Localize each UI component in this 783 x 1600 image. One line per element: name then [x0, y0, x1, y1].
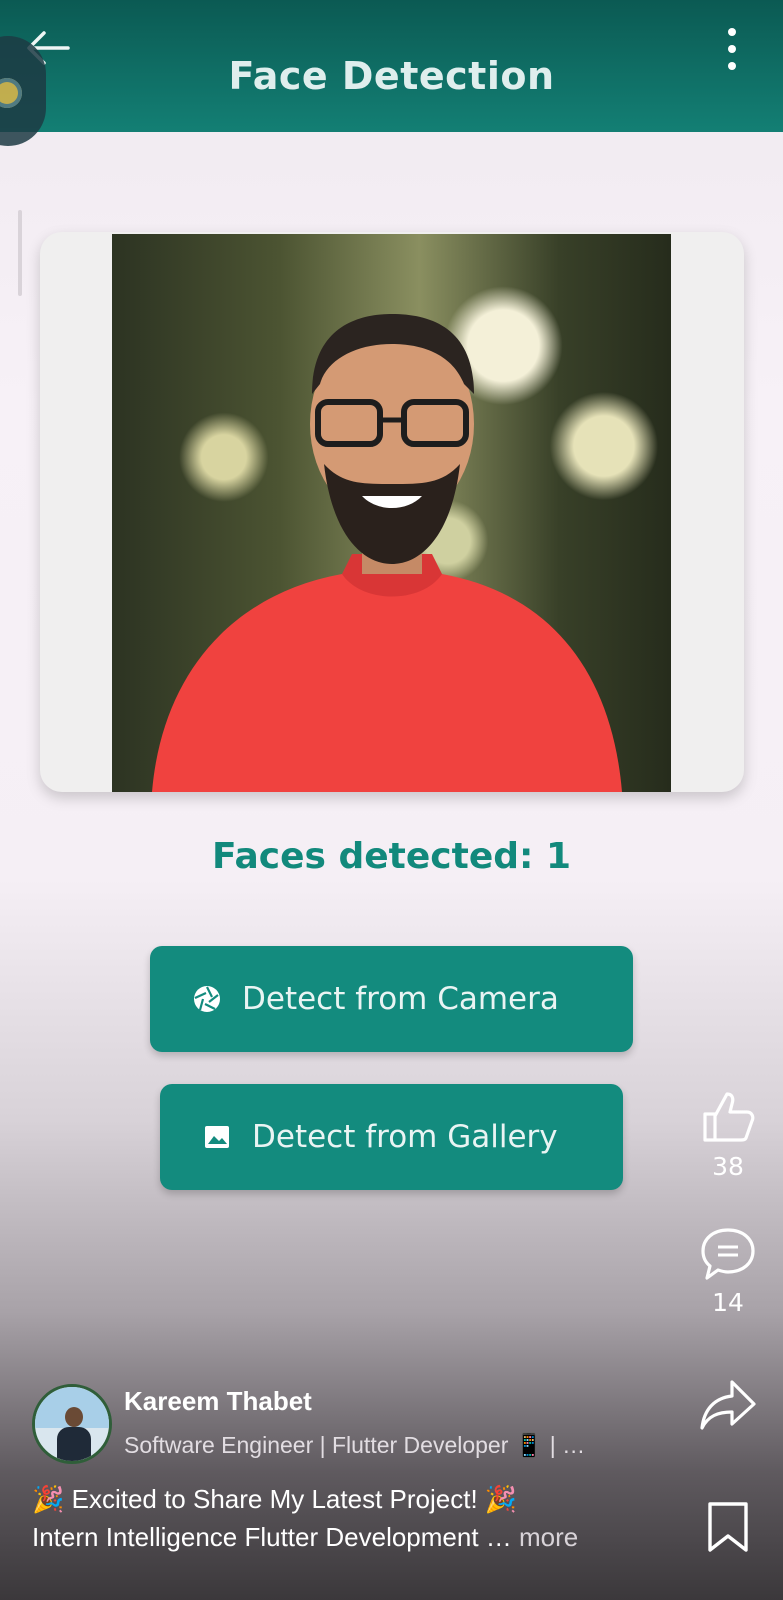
camera-button-label: Detect from Camera: [242, 981, 559, 1017]
scrollbar: [18, 210, 22, 296]
camera-shutter-icon: [194, 986, 220, 1012]
share-arrow-icon: [700, 1380, 756, 1430]
post-text-line-2-content: Intern Intelligence Flutter Development …: [32, 1522, 512, 1552]
more-menu-button[interactable]: [720, 26, 744, 72]
comment-button[interactable]: 14: [692, 1226, 764, 1317]
faces-detected-label: Faces detected: 1: [211, 836, 571, 877]
like-count: 38: [712, 1152, 744, 1181]
floating-bubble[interactable]: [0, 36, 46, 146]
author-headline: Software Engineer | Flutter Developer 📱 …: [124, 1432, 586, 1458]
person-illustration: [152, 314, 622, 792]
page-title: Face Detection: [228, 54, 555, 98]
image-card: [40, 232, 744, 792]
more-vertical-icon: [728, 28, 736, 70]
author-name[interactable]: Kareem Thabet: [124, 1386, 312, 1417]
post-text-line-2: Intern Intelligence Flutter Development …: [32, 1522, 578, 1553]
share-button[interactable]: [692, 1378, 764, 1438]
comment-bubble-icon: [701, 1228, 755, 1280]
portrait-photo: [112, 234, 671, 792]
gallery-button-label: Detect from Gallery: [252, 1119, 558, 1155]
post-text-line-1: 🎉 Excited to Share My Latest Project! 🎉: [32, 1484, 518, 1514]
comment-count: 14: [712, 1288, 744, 1317]
bookmark-icon: [708, 1502, 748, 1552]
like-button[interactable]: 38: [692, 1088, 764, 1181]
app-bar: Face Detection: [0, 0, 783, 132]
avatar[interactable]: [32, 1384, 112, 1464]
coin-icon: [0, 78, 22, 108]
save-button[interactable]: [692, 1500, 764, 1558]
image-icon: [205, 1126, 229, 1148]
detect-from-camera-button[interactable]: Detect from Camera: [150, 946, 633, 1052]
detect-from-gallery-button[interactable]: Detect from Gallery: [160, 1084, 623, 1190]
see-more-link[interactable]: more: [512, 1522, 578, 1552]
thumbs-up-icon: [703, 1092, 755, 1142]
